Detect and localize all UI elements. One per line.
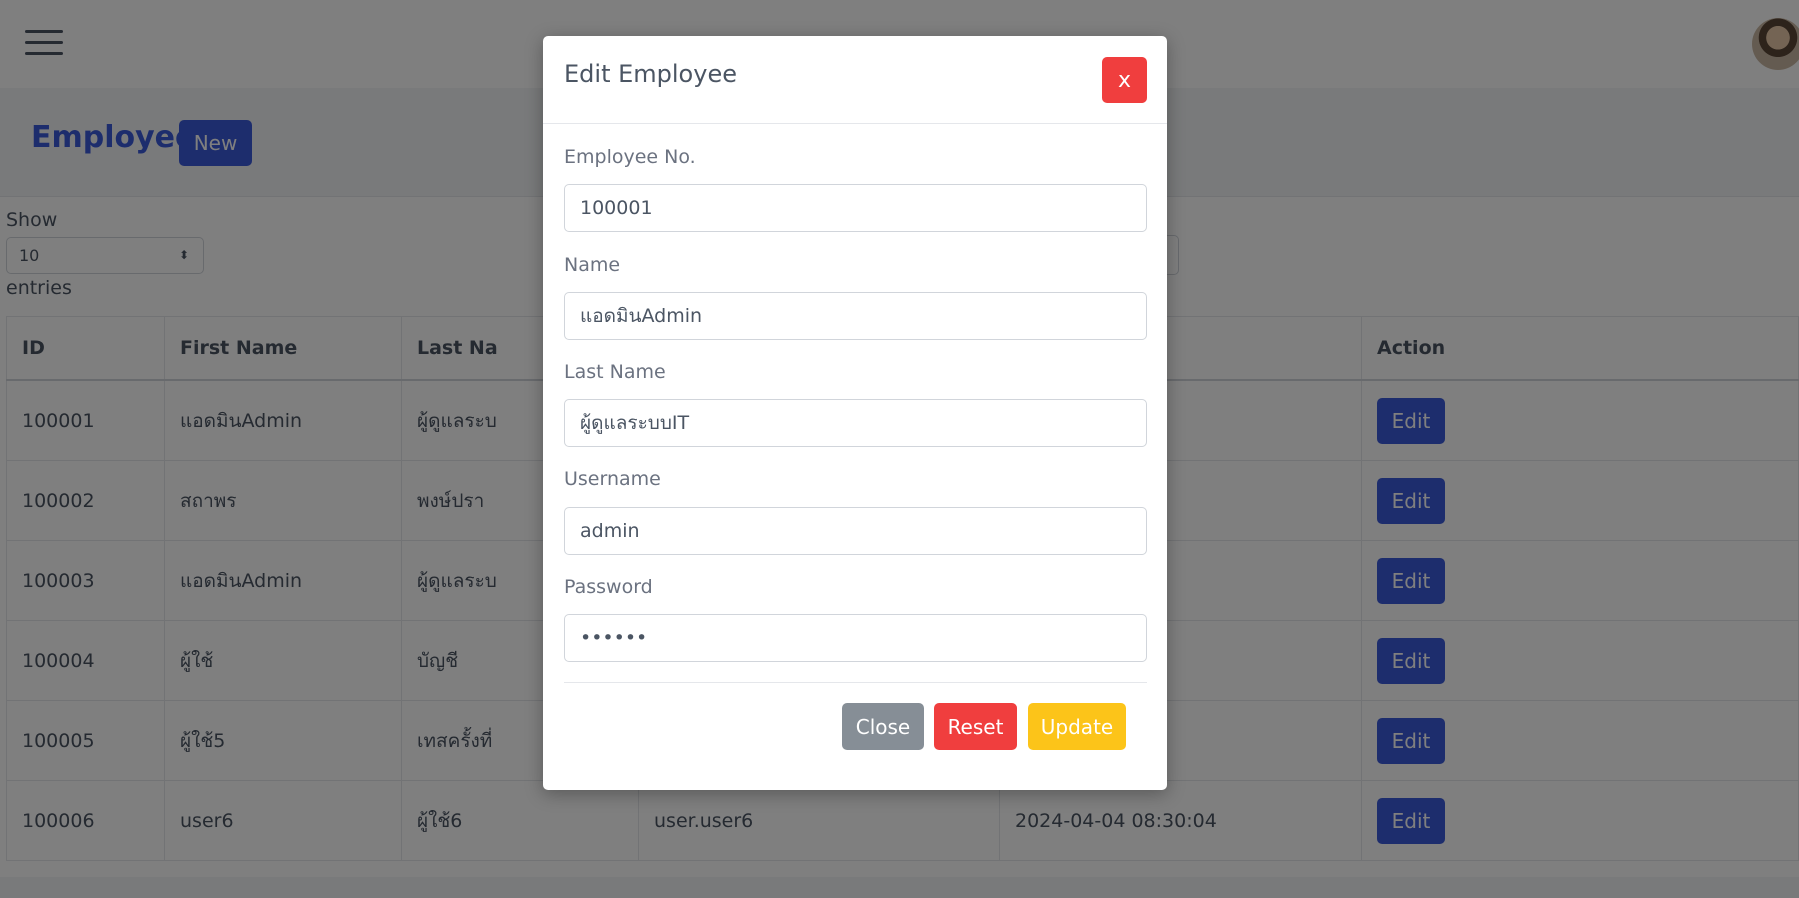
last-name-field[interactable] [564,399,1147,447]
close-button[interactable]: Close [842,703,924,750]
password-field[interactable] [564,614,1147,662]
employee-no-field[interactable] [564,184,1147,232]
name-field[interactable] [564,292,1147,340]
employee-no-label: Employee No. [564,146,696,168]
username-field[interactable] [564,507,1147,555]
modal-header: Edit Employee x [543,36,1167,124]
username-label: Username [564,468,661,490]
close-x-button[interactable]: x [1102,57,1147,103]
name-label: Name [564,254,621,276]
reset-button[interactable]: Reset [934,703,1017,750]
modal-footer-divider [564,682,1147,683]
modal-title: Edit Employee [564,60,737,88]
update-button[interactable]: Update [1028,703,1126,750]
password-label: Password [564,576,653,598]
last-name-label: Last Name [564,361,666,383]
edit-employee-modal: Edit Employee x Employee No. Name Last N… [543,36,1167,790]
